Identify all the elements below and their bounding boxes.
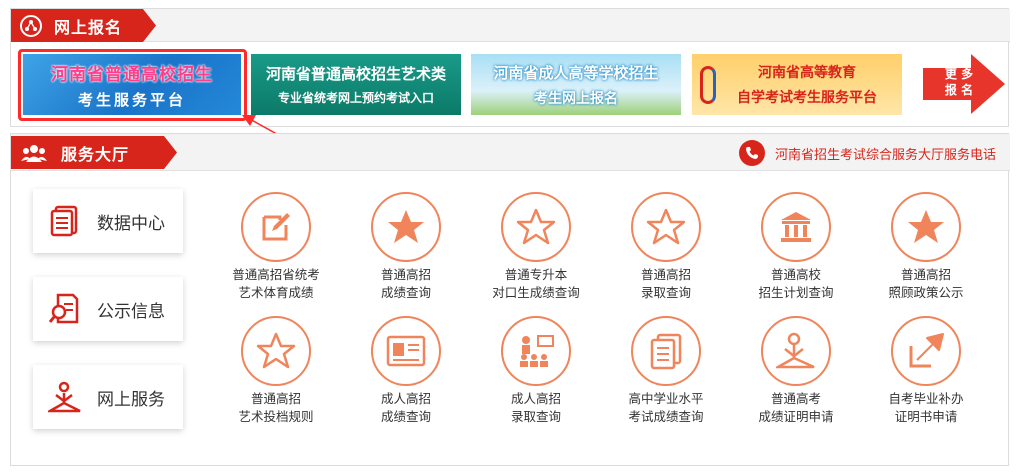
- panel-header: 服务大厅 河南省招生考试综合服务大厅服务电话: [11, 134, 1010, 171]
- more-line2: 报 名: [944, 83, 974, 97]
- reading-person-icon: [776, 332, 816, 370]
- service-label-line2: 艺术投档规则: [238, 409, 314, 424]
- service-icon-circle: [761, 316, 831, 386]
- more-registration-button[interactable]: 更 多 报 名: [923, 54, 1005, 114]
- service-label-line2: 对口生成绩查询: [492, 285, 580, 300]
- banner-line2: 专业省统考网上预约考试入口: [277, 91, 434, 105]
- public-info-button[interactable]: 公示信息: [33, 277, 183, 341]
- service-icon-circle: [371, 316, 441, 386]
- service-label-line1: 高中学业水平: [628, 391, 704, 406]
- star-filled-icon: [386, 207, 426, 247]
- service-label-line2: 成绩查询: [380, 285, 431, 300]
- side-button-label: 数据中心: [97, 213, 165, 234]
- online-registration-title: 网上报名: [54, 17, 123, 37]
- online-service-button[interactable]: 网上服务: [33, 365, 183, 429]
- service-item[interactable]: 普通高招艺术投档规则: [211, 316, 341, 426]
- service-phone-text: 河南省招生考试综合服务大厅服务电话: [774, 147, 996, 163]
- star-outline-icon: [516, 207, 556, 247]
- share-icon: [20, 14, 42, 37]
- document-stack-icon: [45, 201, 85, 241]
- service-label-line2: 成绩证明申请: [758, 409, 834, 424]
- service-icon-circle: [761, 192, 831, 262]
- service-item[interactable]: 成人高招 成绩查询: [341, 316, 471, 426]
- service-item[interactable]: 普通高校招生计划查询: [731, 192, 861, 302]
- service-label-line1: 普通高招省统考: [232, 267, 320, 282]
- service-label-line2: 证明书申请: [894, 409, 958, 424]
- service-label-line1: 成人高招: [510, 391, 561, 406]
- banner-adult-registration[interactable]: 河南省成人高等学校招生 考生网上报名: [471, 54, 681, 115]
- service-icon-circle: [241, 316, 311, 386]
- star-outline-icon: [646, 207, 686, 247]
- star-filled-icon: [906, 207, 946, 247]
- service-hall-title: 服务大厅: [61, 144, 130, 164]
- service-label-line1: 普通高招: [640, 267, 691, 282]
- export-arrow-icon: [907, 332, 945, 370]
- building-icon: [778, 209, 814, 245]
- document-stack-icon: [648, 332, 684, 370]
- phone-icon: [738, 140, 765, 166]
- side-button-label: 网上服务: [97, 389, 165, 410]
- service-icon-circle: [501, 316, 571, 386]
- banner-line1: 河南省成人高等学校招生: [493, 63, 659, 82]
- star-outline-icon: [256, 331, 296, 371]
- document-search-icon: [45, 289, 85, 329]
- service-icon-circle: [631, 316, 701, 386]
- edit-icon: [258, 209, 294, 245]
- service-label-line2: 成绩查询: [380, 409, 431, 424]
- service-item[interactable]: 普通高考成绩证明申请: [731, 316, 861, 426]
- service-label-line2: 录取查询: [640, 285, 691, 300]
- online-registration-panel: 网上报名 河南省普通高校招生 考生服务平台 河南省普通高校招生艺术类 专业省统考…: [10, 8, 1010, 127]
- service-item[interactable]: 普通高招 成绩查询: [341, 192, 471, 302]
- service-item[interactable]: 普通高招省统考 艺术体育成绩: [211, 192, 341, 302]
- banner-line1: 河南省普通高校招生艺术类: [265, 65, 446, 83]
- online-registration-tab: 网上报名: [11, 9, 156, 42]
- service-item[interactable]: 自考毕业补办 证明书申请: [861, 316, 991, 426]
- service-label-line1: 自考毕业补办: [888, 391, 964, 406]
- reading-person-icon: [45, 377, 85, 417]
- service-icon-circle: [241, 192, 311, 262]
- banner-line2: 考生网上报名: [534, 90, 618, 107]
- service-label-line1: 普通高招: [250, 391, 301, 406]
- id-card-icon: [386, 333, 426, 369]
- service-label-line1: 普通专升本: [504, 267, 568, 282]
- service-label-line1: 普通高招: [900, 267, 951, 282]
- banner-line1: 河南省高等教育: [758, 65, 856, 81]
- meeting-icon: [516, 333, 556, 369]
- service-item[interactable]: 普通专升本对口生成绩查询: [471, 192, 601, 302]
- service-label-line2: 照顾政策公示: [888, 285, 964, 300]
- highlight-frame: [18, 49, 247, 121]
- service-icon-circle: [891, 192, 961, 262]
- service-icon-circle: [631, 192, 701, 262]
- service-label-line2: 考试成绩查询: [628, 409, 704, 424]
- service-item[interactable]: 普通高招照顾政策公示: [861, 192, 991, 302]
- service-item[interactable]: 普通高招 录取查询: [601, 192, 731, 302]
- people-icon: [21, 143, 47, 163]
- service-icon-circle: [501, 192, 571, 262]
- service-label-line2: 招生计划查询: [758, 285, 834, 300]
- service-icon-circle: [371, 192, 441, 262]
- service-label-line1: 成人高招: [380, 391, 431, 406]
- service-phone[interactable]: 河南省招生考试综合服务大厅服务电话: [738, 140, 996, 166]
- service-item[interactable]: 成人高招 录取查询: [471, 316, 601, 426]
- banner-line2: 自学考试考生服务平台: [737, 90, 877, 106]
- service-label-line2: 录取查询: [510, 409, 561, 424]
- self-study-logo-icon: [700, 66, 716, 104]
- service-label-line2: 艺术体育成绩: [238, 285, 314, 300]
- side-button-label: 公示信息: [97, 301, 165, 322]
- service-label-line1: 普通高考: [770, 391, 821, 406]
- service-icon-circle: [891, 316, 961, 386]
- service-label-line1: 普通高招: [380, 267, 431, 282]
- data-center-button[interactable]: 数据中心: [33, 189, 183, 253]
- service-hall-tab: 服务大厅: [11, 136, 177, 169]
- more-line1: 更 多: [944, 67, 974, 81]
- service-label-line1: 普通高校: [770, 267, 821, 282]
- banner-self-study-platform[interactable]: 河南省高等教育 自学考试考生服务平台: [692, 54, 902, 115]
- service-hall-panel: 服务大厅 河南省招生考试综合服务大厅服务电话 数据中心 公示信息 网上服务 普通…: [10, 133, 1010, 466]
- panel-header: 网上报名: [11, 9, 1010, 42]
- service-item[interactable]: 高中学业水平 考试成绩查询: [601, 316, 731, 426]
